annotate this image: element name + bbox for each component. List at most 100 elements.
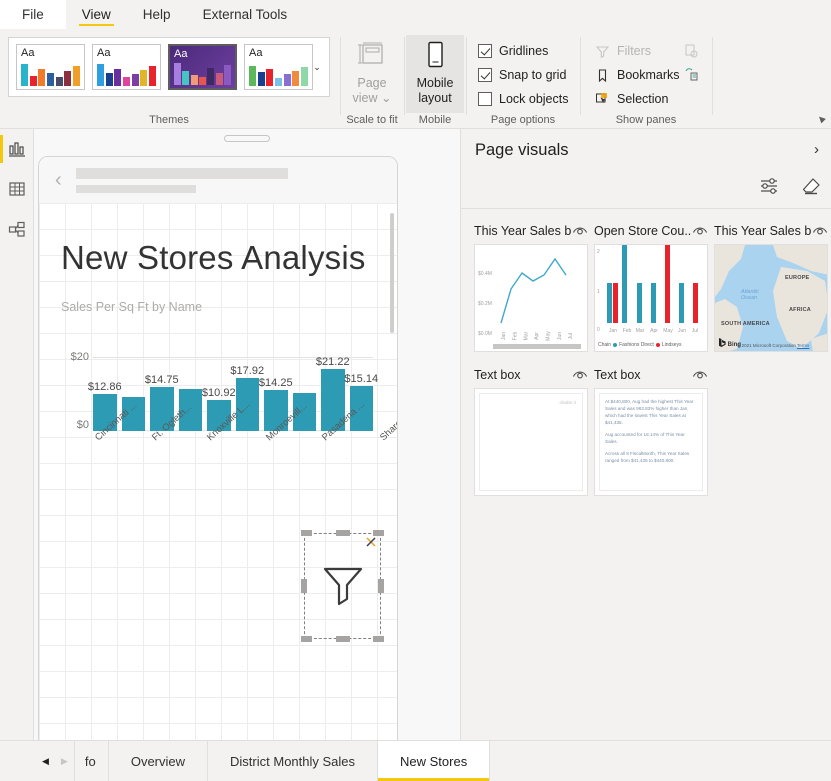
pane-toolbar [757, 175, 823, 197]
mini-y-tick-0: 0 [597, 327, 600, 333]
mini-col-x-feb: Feb [622, 328, 632, 334]
eraser-icon[interactable] [799, 175, 823, 197]
page-view-icon [358, 42, 383, 64]
mini-horizontal-scrollbar[interactable] [493, 344, 581, 349]
mini-y-tick-2: 2 [597, 249, 600, 255]
map-attribution: © 2021 Microsoft Corporation Terms [737, 342, 810, 348]
legend-title: Chain [598, 342, 612, 348]
page-view-button[interactable]: Page view ⌄ [343, 35, 401, 113]
theme-swatch-1[interactable]: Aa [16, 44, 85, 90]
ribbon-tab-external-tools[interactable]: External Tools [187, 0, 304, 29]
page-nav-next-button[interactable]: ▶ [61, 756, 68, 767]
page-nav-prev-button[interactable]: ◀ [42, 756, 49, 767]
page-nav-buttons: ◀ ▶ [0, 741, 74, 781]
mobile-layout-button[interactable]: Mobile layout [406, 35, 464, 113]
resize-handle-tc[interactable] [335, 530, 350, 536]
resize-handle-tl[interactable] [301, 530, 312, 536]
theme-swatch-4[interactable]: Aa [244, 44, 313, 90]
visual-card-text-box-summary[interactable]: Text box At $440,800, Aug had the highes… [594, 366, 708, 496]
rail-item-data-view[interactable] [0, 169, 34, 209]
ribbon-tab-strip: File View Help External Tools [0, 0, 831, 29]
bar-chart-sales-per-sq-ft[interactable]: $20 $0 $12.86 $14.75 $10.92 $17.92 $14.2… [57, 333, 397, 453]
mini-col-group-jan [607, 283, 618, 323]
theme-swatch-3[interactable]: Aa [168, 44, 237, 90]
resize-handle-ml[interactable] [301, 579, 307, 593]
mobile-layout-label: Mobile layout [416, 76, 454, 105]
resize-handle-bl[interactable] [301, 636, 312, 642]
show-pane-filters[interactable]: Filters [592, 39, 702, 63]
checkbox-gridlines[interactable]: Gridlines [478, 39, 568, 63]
visual-card-open-store-count[interactable]: Open Store Cou... 2 1 0 Jan Feb Mar Apr … [594, 222, 708, 352]
ribbon-tab-view[interactable]: View [66, 0, 127, 29]
resize-handle-mr[interactable] [378, 579, 384, 593]
settings-sliders-icon[interactable] [757, 175, 781, 197]
mini-y-tick-1: 1 [597, 289, 600, 295]
resize-handle-br[interactable] [373, 636, 384, 642]
checkbox-snap-to-grid[interactable]: Snap to grid [478, 63, 568, 87]
card-preview: At $440,800, Aug had the highest This Ye… [594, 388, 708, 496]
theme-bars-preview [249, 62, 308, 86]
page-tab-district-monthly-sales[interactable]: District Monthly Sales [207, 741, 378, 781]
card-header: Open Store Cou... [594, 222, 708, 240]
mini-x-tick-1: Feb [512, 331, 519, 341]
visual-card-this-year-sales-map[interactable]: This Year Sales b... EUROPE AFRICA SOUTH… [714, 222, 828, 352]
card-title: This Year Sales b... [714, 224, 812, 238]
map-terms-link[interactable]: Terms [797, 343, 809, 348]
phone-body[interactable]: New Stores Analysis Sales Per Sq Ft by N… [39, 203, 397, 740]
show-pane-bookmarks[interactable]: Bookmarks [592, 63, 702, 87]
eye-hide-icon[interactable] [692, 224, 708, 238]
mini-col-x-apr: Apr [650, 328, 658, 334]
text-box-paragraph-3: Across all 8 FiscalMonth, This Year Sale… [605, 451, 690, 463]
visual-card-this-year-sales-line[interactable]: This Year Sales b... $0.4M $0.2M $0.0M J… [474, 222, 588, 352]
card-preview: $0.4M $0.2M $0.0M Jan Feb Mar Apr May Ju… [474, 244, 588, 352]
theme-swatch-2[interactable]: Aa [92, 44, 161, 90]
page-tab-clipped[interactable]: fo [73, 741, 108, 781]
close-icon[interactable] [364, 535, 378, 549]
mini-x-tick-5: Jun [557, 331, 564, 341]
mobile-layout-canvas[interactable]: ‹ New Stores Analysis Sales Per Sq Ft by… [34, 129, 460, 740]
ribbon-separator [340, 37, 341, 115]
mini-col-group-apr [651, 283, 656, 323]
mobile-layout-icon [428, 41, 443, 68]
resize-handle-bc[interactable] [335, 636, 350, 642]
ribbon-tab-help[interactable]: Help [127, 0, 187, 29]
rail-item-model-view[interactable] [0, 209, 34, 249]
checkbox-label: Gridlines [499, 44, 549, 58]
rail-item-report-view[interactable] [0, 129, 34, 169]
bar-label-8: $21.22 [315, 355, 350, 368]
ribbon-group-mobile: Mobile layout Mobile [406, 29, 464, 129]
filters-aux-icon[interactable] [680, 39, 702, 63]
page-tab-overview[interactable]: Overview [107, 741, 208, 781]
mini-col-group-jun [679, 283, 684, 323]
themes-gallery[interactable]: Aa Aa Aa Aa ⌄ [8, 37, 330, 97]
eye-hide-icon[interactable] [812, 224, 828, 238]
sync-slicers-icon[interactable] [680, 63, 702, 87]
show-pane-selection[interactable]: Selection [592, 87, 702, 111]
visual-card-text-box-empty[interactable]: Text box disable it [474, 366, 588, 496]
eye-hide-icon[interactable] [572, 224, 588, 238]
visual-title-sales-per-sq-ft: Sales Per Sq Ft by Name [61, 300, 203, 314]
bookmark-icon [592, 66, 612, 84]
phone-scrollbar[interactable] [390, 213, 394, 333]
eye-hide-icon[interactable] [572, 368, 588, 382]
ribbon-group-scale-to-fit: Page view ⌄ Scale to fit [342, 29, 402, 129]
text-box-faint-text: disable it [559, 400, 576, 405]
collapse-ribbon-button[interactable]: ▲ [813, 111, 829, 127]
mini-col-x-jan: Jan [608, 328, 618, 334]
ribbon: Aa Aa Aa Aa ⌄ Themes Page view ⌄ Scale t… [0, 29, 831, 129]
eye-hide-icon[interactable] [692, 368, 708, 382]
map-label-atlantic-ocean: Atlantic Ocean [741, 289, 760, 301]
chevron-right-icon[interactable]: › [814, 141, 819, 158]
themes-expand-button[interactable]: ⌄ [309, 58, 325, 76]
page-tab-new-stores[interactable]: New Stores [377, 741, 491, 781]
back-chevron-icon[interactable]: ‹ [55, 169, 62, 192]
checkbox-box [478, 68, 492, 82]
ribbon-tab-file[interactable]: File [0, 0, 66, 29]
ribbon-separator [466, 37, 467, 115]
selected-filter-visual[interactable] [301, 530, 384, 642]
phone-speaker-notch [224, 135, 270, 142]
mini-x-tick-0: Jan [501, 331, 508, 341]
mini-col-group-mar [637, 283, 642, 323]
checkbox-lock-objects[interactable]: Lock objects [478, 87, 568, 111]
phone-header: ‹ [39, 157, 397, 203]
